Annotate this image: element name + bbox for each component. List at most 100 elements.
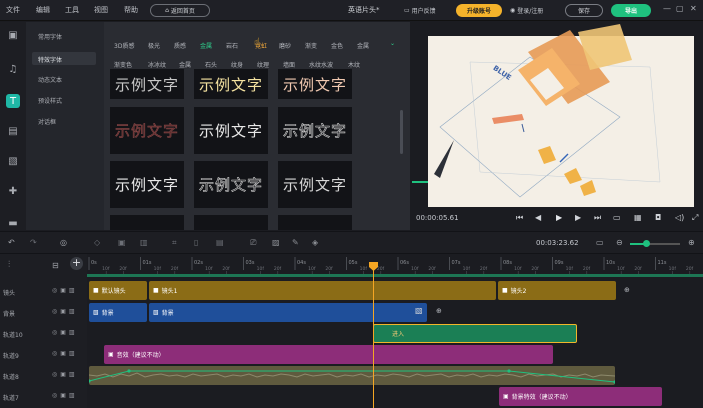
style-tile[interactable]: 示例文字: [278, 69, 352, 99]
export-button[interactable]: 导出: [611, 4, 651, 17]
track-controls[interactable]: ◎▣▥: [52, 392, 78, 399]
scene-icon[interactable]: ▣: [6, 28, 20, 42]
add-clip-icon[interactable]: ⊕: [624, 286, 630, 294]
text-icon[interactable]: T: [6, 94, 20, 108]
track-controls[interactable]: ◎▣▥: [52, 308, 78, 315]
style-tab[interactable]: 金属: [357, 41, 369, 50]
style-tab[interactable]: 纹理: [257, 60, 269, 69]
track-controls[interactable]: ◎▣▥: [52, 329, 78, 336]
menu-edit[interactable]: 编辑: [36, 5, 50, 15]
copy-icon[interactable]: ▯: [194, 238, 198, 247]
subtitle-icon[interactable]: ▤: [6, 124, 20, 138]
menu-help[interactable]: 帮助: [124, 5, 138, 15]
feedback-button[interactable]: ▭ 用户反馈: [404, 4, 436, 17]
category-dynamic-text[interactable]: 动态文本: [38, 75, 62, 84]
category-common-font[interactable]: 常用字体: [38, 32, 62, 41]
style-tile[interactable]: [110, 215, 184, 230]
playhead-line[interactable]: [373, 262, 374, 408]
close-icon[interactable]: ✕: [690, 4, 697, 13]
style-tab[interactable]: 墙面: [283, 60, 295, 69]
zoom-slider-handle[interactable]: [643, 240, 650, 247]
style-panel-scrollbar[interactable]: [400, 110, 403, 154]
clip-background-2[interactable]: ▧ 背景: [149, 303, 427, 322]
clip-background-1[interactable]: ▧ 背景: [89, 303, 147, 322]
style-tile[interactable]: 示例文字: [194, 161, 268, 208]
style-tile[interactable]: [194, 215, 268, 230]
clip-shot2[interactable]: ■ 镜头2: [498, 281, 616, 300]
style-tab[interactable]: 金属: [179, 60, 191, 69]
play-icon[interactable]: ▶: [556, 213, 562, 222]
clip-sound-effect[interactable]: ▣ 音效（建议不动）: [104, 345, 553, 364]
work-area-bar[interactable]: [87, 274, 703, 277]
style-tile[interactable]: 示例文字: [194, 69, 268, 99]
style-tile[interactable]: 示例文字: [194, 107, 268, 154]
style-tile[interactable]: 示例文字: [110, 69, 184, 99]
image-edit-icon[interactable]: ▨: [272, 238, 280, 247]
style-tab[interactable]: 金色: [331, 41, 343, 50]
style-tab[interactable]: 岩石: [226, 41, 238, 50]
upgrade-button[interactable]: 升级账号: [456, 4, 502, 17]
style-tab[interactable]: 水纹水波: [309, 60, 333, 69]
track-controls[interactable]: ◎▣▥: [52, 350, 78, 357]
brush-icon[interactable]: ✎: [292, 238, 299, 247]
style-tab[interactable]: 木纹: [348, 60, 360, 69]
save-button[interactable]: 保存: [565, 4, 603, 17]
track-controls[interactable]: ◎▣▥: [52, 371, 78, 378]
style-tab[interactable]: 石头: [205, 60, 217, 69]
style-tab[interactable]: 渐变: [305, 41, 317, 50]
undo-icon[interactable]: ↶: [8, 238, 15, 247]
layers-icon[interactable]: ◈: [312, 238, 318, 247]
zoom-out-icon[interactable]: ⊖: [616, 238, 623, 247]
keyframe-icon[interactable]: ◇: [94, 238, 100, 247]
plugin-icon[interactable]: ✚: [6, 184, 20, 198]
style-tab-active[interactable]: 金属: [200, 41, 212, 50]
group-icon[interactable]: ▥: [140, 238, 148, 247]
music-icon[interactable]: ♫: [6, 62, 20, 76]
step-back-icon[interactable]: ◀: [535, 213, 541, 222]
ratio-icon[interactable]: ▭: [613, 213, 621, 222]
style-tile[interactable]: 示例文字: [278, 107, 352, 154]
clip-shot1[interactable]: ■ 镜头1: [149, 281, 496, 300]
back-home-button[interactable]: ⌂ 返回首页: [150, 4, 210, 17]
track-controls[interactable]: ◎▣▥: [52, 287, 78, 294]
menu-file[interactable]: 文件: [6, 5, 20, 15]
delete-clip-icon[interactable]: ▤: [216, 238, 224, 247]
style-tab[interactable]: 极光: [148, 41, 160, 50]
add-track-button[interactable]: +: [70, 257, 83, 270]
clip-background-effect[interactable]: ▣ 背景特效（建议不动）: [499, 387, 662, 406]
snap-icon[interactable]: ⫶: [8, 260, 10, 270]
camera-icon[interactable]: ◘: [655, 213, 661, 222]
zoom-in-icon[interactable]: ⊕: [688, 238, 695, 247]
menu-tools[interactable]: 工具: [65, 5, 79, 15]
category-effect-font[interactable]: 特效字体: [32, 52, 96, 65]
volume-icon[interactable]: ◁): [675, 213, 684, 222]
record-icon[interactable]: ⎚: [250, 238, 256, 248]
style-tile[interactable]: 示例文字: [110, 161, 184, 208]
menu-view[interactable]: 视图: [94, 5, 108, 15]
style-tab[interactable]: 质感: [174, 41, 186, 50]
style-tile[interactable]: 示例文字: [110, 107, 184, 154]
target-icon[interactable]: ◎: [60, 238, 67, 247]
maximize-icon[interactable]: ▢: [676, 4, 684, 13]
category-preset-style[interactable]: 预设样式: [38, 96, 62, 105]
skip-start-icon[interactable]: ⏮: [516, 213, 523, 223]
fit-icon[interactable]: ▭: [596, 238, 604, 247]
clip-audio-waveform[interactable]: [89, 366, 615, 385]
clip-text-enter[interactable]: 进入: [373, 324, 577, 343]
category-dialog[interactable]: 对话框: [38, 117, 56, 126]
add-clip-icon[interactable]: ⊕: [436, 307, 442, 315]
track-settings-icon[interactable]: ⊟: [52, 261, 59, 270]
folder-icon[interactable]: ▬: [6, 216, 20, 230]
login-button[interactable]: ◉ 登录/注册: [510, 4, 543, 17]
minimize-icon[interactable]: —: [663, 4, 671, 13]
style-tab[interactable]: 冰冰纹: [148, 60, 166, 69]
style-tile[interactable]: 示例文字: [278, 161, 352, 208]
redo-icon[interactable]: ↷: [30, 238, 37, 247]
style-tab[interactable]: 3D质感: [114, 41, 134, 50]
crop-icon[interactable]: ⌗: [172, 238, 177, 248]
chevron-down-icon[interactable]: ⌄: [390, 40, 395, 47]
step-forward-icon[interactable]: ▶: [575, 213, 581, 222]
style-tab[interactable]: 磨砂: [279, 41, 291, 50]
skip-end-icon[interactable]: ⏭: [594, 213, 601, 223]
grid-icon[interactable]: ▦: [634, 213, 642, 222]
